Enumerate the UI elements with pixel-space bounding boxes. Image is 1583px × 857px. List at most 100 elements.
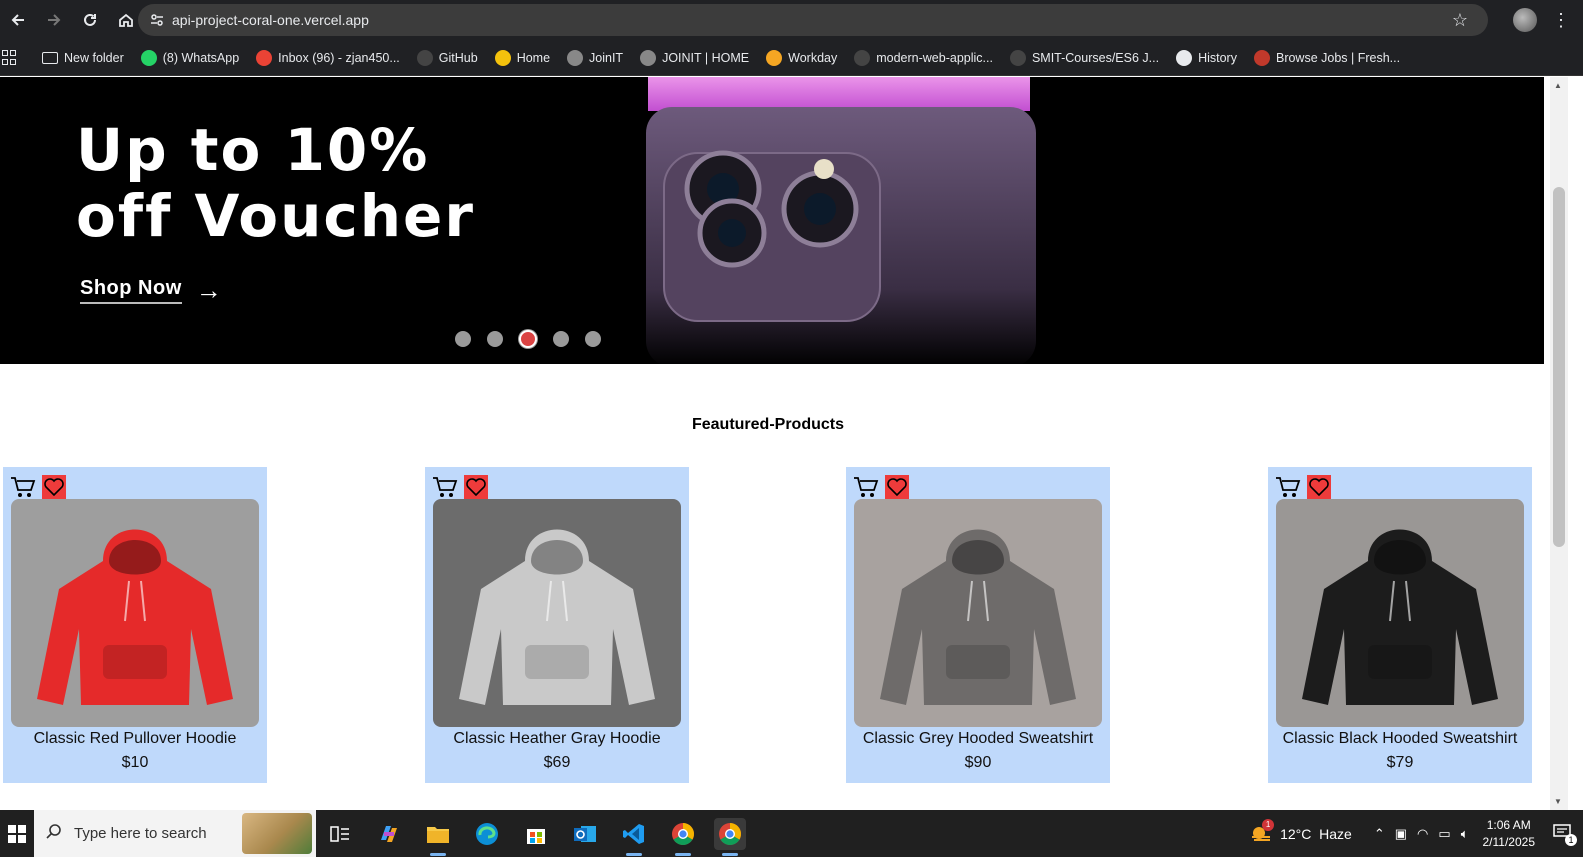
- task-view-button[interactable]: [324, 818, 356, 850]
- bookmark-label[interactable]: History: [1198, 51, 1237, 65]
- volume-icon[interactable]: 🔈︎: [1461, 826, 1469, 842]
- site-info-icon[interactable]: [142, 13, 172, 27]
- scrollbar-thumb[interactable]: [1553, 187, 1565, 547]
- product-price: $69: [543, 754, 571, 771]
- start-button[interactable]: [0, 824, 34, 843]
- chrome-app[interactable]: [667, 818, 699, 856]
- shop-now-link[interactable]: Shop Now →: [80, 275, 222, 306]
- bookmark-label[interactable]: Browse Jobs | Fresh...: [1276, 51, 1400, 65]
- bookmark-item[interactable]: History: [1176, 49, 1237, 66]
- notifications-icon[interactable]: 1: [1553, 823, 1577, 846]
- bookmark-label[interactable]: SMIT-Courses/ES6 J...: [1032, 51, 1159, 65]
- carousel-dot[interactable]: [519, 330, 537, 348]
- copilot-app[interactable]: [373, 818, 405, 850]
- bookmark-label[interactable]: GitHub: [439, 51, 478, 65]
- carousel-dot[interactable]: [585, 331, 601, 347]
- weather-widget[interactable]: 1 12°C Haze: [1250, 818, 1352, 843]
- carousel-dot[interactable]: [455, 331, 471, 347]
- microsoft-store-app[interactable]: [520, 818, 552, 850]
- bookmark-label[interactable]: (8) WhatsApp: [163, 51, 239, 65]
- product-image[interactable]: [11, 499, 259, 727]
- bookmark-label[interactable]: New folder: [64, 51, 124, 65]
- search-placeholder[interactable]: Type here to search: [74, 825, 207, 842]
- wishlist-heart-icon[interactable]: [42, 475, 66, 499]
- weather-text: 12°C Haze: [1280, 825, 1352, 842]
- bookmark-item[interactable]: New folder: [42, 51, 124, 65]
- bookmark-label[interactable]: Inbox (96) - zjan450...: [278, 51, 400, 65]
- home-icon: [119, 13, 133, 27]
- bookmark-item[interactable]: Inbox (96) - zjan450...: [256, 49, 400, 66]
- meet-now-icon[interactable]: ▣: [1395, 826, 1407, 842]
- hoodie-image: [11, 499, 259, 727]
- address-bar[interactable]: api-project-coral-one.vercel.app ☆: [138, 4, 1488, 36]
- vscode-app[interactable]: [618, 818, 650, 856]
- outlook-app[interactable]: [569, 818, 601, 850]
- product-image[interactable]: [854, 499, 1102, 727]
- bookmark-label[interactable]: Home: [517, 51, 550, 65]
- bookmark-item[interactable]: GitHub: [416, 49, 478, 66]
- wishlist-heart-icon[interactable]: [885, 475, 909, 499]
- browser-menu-icon[interactable]: ⋮: [1552, 6, 1570, 34]
- apps-grid-icon[interactable]: [2, 49, 18, 66]
- bookmark-label[interactable]: JoinIT: [589, 51, 623, 65]
- add-to-cart-icon[interactable]: [10, 475, 36, 499]
- edge-app[interactable]: [471, 818, 503, 850]
- bookmark-item[interactable]: Home: [494, 49, 550, 66]
- product-card[interactable]: Classic Heather Gray Hoodie $69: [425, 467, 689, 783]
- product-name[interactable]: Classic Heather Gray Hoodie: [425, 730, 689, 748]
- forward-button[interactable]: [36, 2, 72, 38]
- bookmark-star-icon[interactable]: ☆: [1452, 10, 1468, 31]
- chrome-icon: [719, 823, 741, 845]
- bookmark-item[interactable]: Browse Jobs | Fresh...: [1253, 49, 1400, 66]
- reload-button[interactable]: [72, 2, 108, 38]
- history-icon: [1176, 49, 1193, 66]
- carousel-dot[interactable]: [487, 331, 503, 347]
- product-card[interactable]: Classic Black Hooded Sweatshirt $79: [1268, 467, 1532, 783]
- product-card[interactable]: Classic Red Pullover Hoodie $10: [3, 467, 267, 783]
- product-price: $10: [121, 754, 149, 771]
- back-arrow-icon: [11, 14, 24, 26]
- taskbar-search[interactable]: Type here to search: [34, 810, 316, 857]
- add-to-cart-icon[interactable]: [853, 475, 879, 499]
- file-explorer-app[interactable]: [422, 818, 454, 856]
- bookmark-label[interactable]: Workday: [788, 51, 837, 65]
- bookmark-item[interactable]: JoinIT: [567, 49, 623, 66]
- vscode-icon: [623, 824, 644, 844]
- bookmark-label[interactable]: modern-web-applic...: [876, 51, 993, 65]
- product-actions: [10, 475, 66, 499]
- github-icon: [416, 49, 433, 66]
- product-name[interactable]: Classic Grey Hooded Sweatshirt: [846, 730, 1110, 748]
- product-price: $79: [1386, 754, 1414, 771]
- product-name[interactable]: Classic Red Pullover Hoodie: [3, 730, 267, 748]
- page-scrollbar[interactable]: ▲ ▼: [1550, 77, 1568, 810]
- bookmarks-bar: New folder (8) WhatsApp Inbox (96) - zjan4…: [0, 40, 1583, 76]
- profile-avatar[interactable]: [1513, 8, 1537, 32]
- bookmark-item[interactable]: SMIT-Courses/ES6 J...: [1009, 49, 1159, 66]
- bookmark-item[interactable]: Workday: [766, 49, 837, 66]
- wishlist-heart-icon[interactable]: [464, 475, 488, 499]
- product-card[interactable]: Classic Grey Hooded Sweatshirt $90: [846, 467, 1110, 783]
- bookmark-item[interactable]: (8) WhatsApp: [140, 49, 239, 66]
- clock[interactable]: 1:06 AM 2/11/2025: [1483, 817, 1536, 851]
- store-icon: [527, 829, 545, 844]
- bookmark-label[interactable]: JOINIT | HOME: [662, 51, 749, 65]
- url-text[interactable]: api-project-coral-one.vercel.app: [172, 12, 369, 28]
- carousel-dot[interactable]: [553, 331, 569, 347]
- weather-alert-badge: 1: [1262, 818, 1275, 831]
- chrome-app-active[interactable]: [714, 818, 746, 856]
- chevron-up-icon[interactable]: ⌃: [1374, 826, 1385, 842]
- bookmark-item[interactable]: JOINIT | HOME: [640, 49, 749, 66]
- shop-now-label[interactable]: Shop Now: [80, 277, 182, 304]
- battery-icon[interactable]: ▭: [1438, 826, 1450, 842]
- product-image[interactable]: [433, 499, 681, 727]
- wifi-icon[interactable]: ◠: [1417, 826, 1428, 842]
- product-name[interactable]: Classic Black Hooded Sweatshirt: [1268, 730, 1532, 748]
- bookmark-item[interactable]: modern-web-applic...: [854, 49, 993, 66]
- windows-logo-icon: [8, 824, 26, 843]
- add-to-cart-icon[interactable]: [432, 475, 458, 499]
- product-image[interactable]: [1276, 499, 1524, 727]
- back-button[interactable]: [0, 2, 36, 38]
- add-to-cart-icon[interactable]: [1275, 475, 1301, 499]
- wishlist-heart-icon[interactable]: [1307, 475, 1331, 499]
- outlook-icon: [574, 826, 596, 842]
